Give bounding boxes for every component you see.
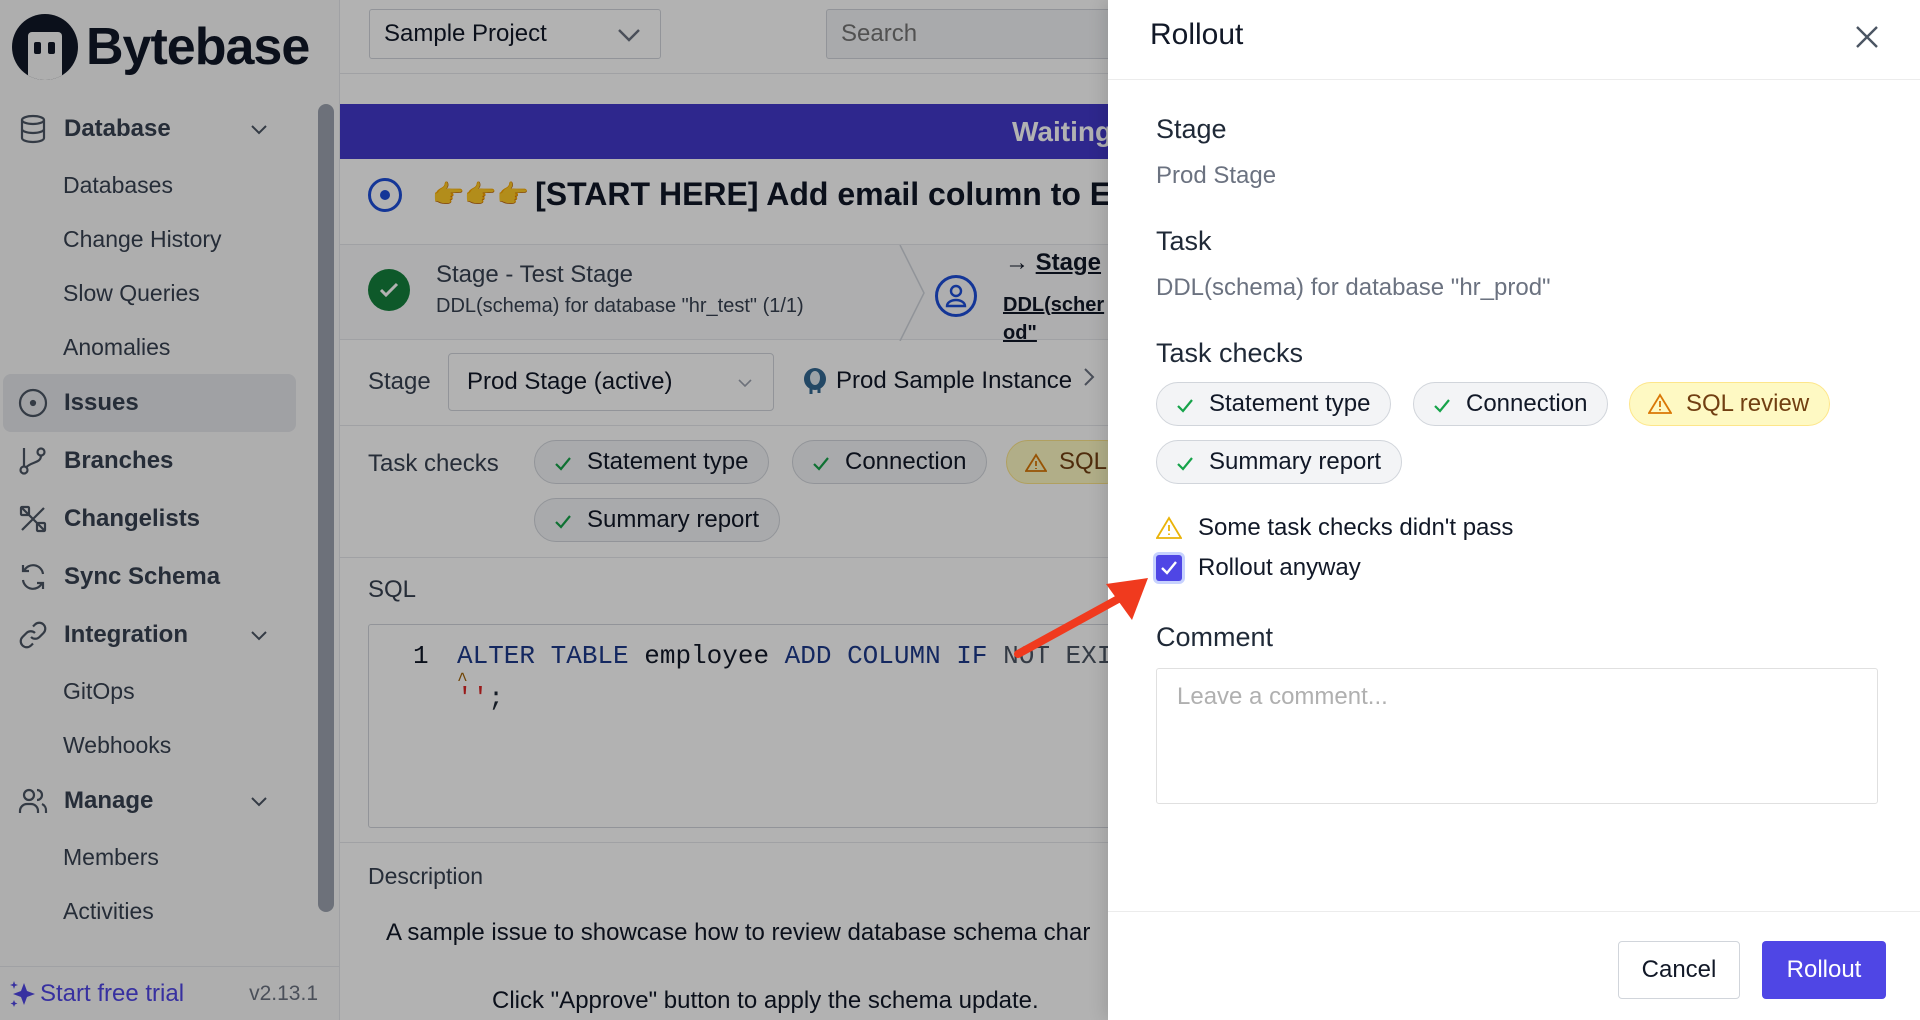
modal-overlay[interactable] [0, 0, 1108, 1020]
rollout-anyway-label: Rollout anyway [1198, 554, 1361, 581]
drawer-check-summary-report[interactable]: Summary report [1156, 440, 1403, 484]
stage-value: Prod Stage [1156, 162, 1277, 189]
close-icon[interactable] [1852, 22, 1882, 52]
drawer-check-connection[interactable]: Connection [1413, 382, 1609, 426]
comment-heading: Comment [1156, 622, 1274, 652]
rollout-anyway-checkbox[interactable]: Rollout anyway [1156, 554, 1361, 582]
stage-heading: Stage [1156, 114, 1227, 144]
comment-textarea[interactable] [1156, 668, 1878, 804]
check-icon [1175, 452, 1195, 472]
check-icon [1175, 394, 1195, 414]
warning-icon [1647, 393, 1673, 415]
checks-warning: Some task checks didn't pass [1155, 514, 1514, 542]
check-icon [1432, 394, 1452, 414]
rollout-drawer: Rollout Stage Prod Stage Task DDL(schema… [1108, 0, 1920, 1020]
checkbox-checked-icon[interactable] [1156, 555, 1182, 581]
drawer-header: Rollout [1108, 0, 1920, 80]
warning-icon [1155, 516, 1183, 540]
drawer-check-statement-type[interactable]: Statement type [1156, 382, 1392, 426]
task-heading: Task [1156, 226, 1212, 256]
checks-warning-text: Some task checks didn't pass [1198, 514, 1514, 541]
rollout-button[interactable]: Rollout [1762, 941, 1886, 999]
drawer-title: Rollout [1150, 18, 1244, 51]
drawer-check-sql-review[interactable]: SQL review [1629, 382, 1831, 426]
drawer-footer: Cancel Rollout [1108, 911, 1920, 1020]
task-value: DDL(schema) for database "hr_prod" [1156, 274, 1551, 301]
task-checks-heading: Task checks [1156, 338, 1304, 368]
cancel-button[interactable]: Cancel [1618, 941, 1740, 999]
